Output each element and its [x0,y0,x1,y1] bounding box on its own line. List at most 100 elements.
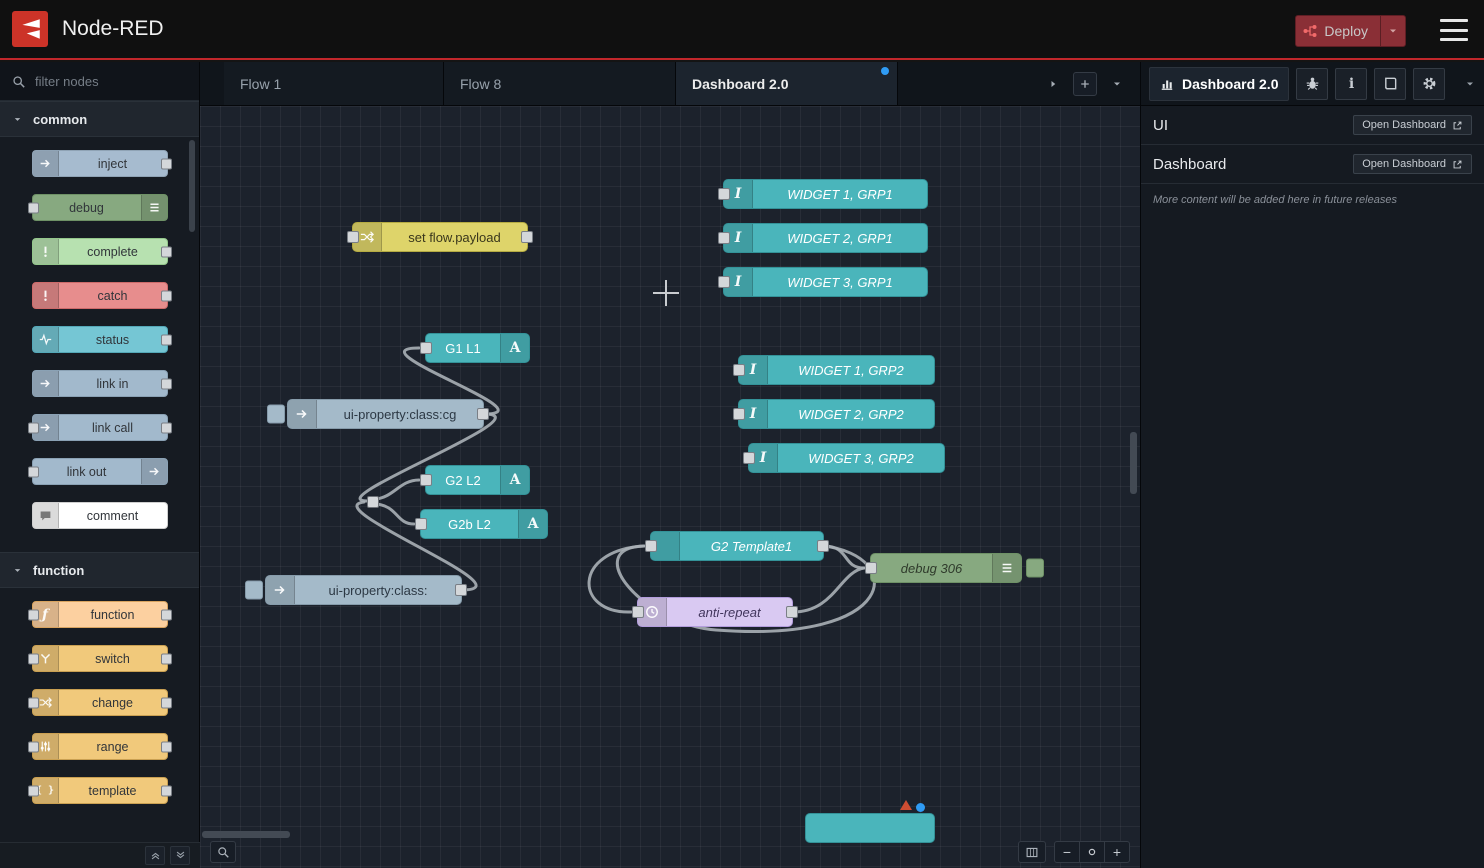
palette-node-comment[interactable]: comment [32,502,168,529]
input-port[interactable] [28,697,39,708]
palette-node-link-call[interactable]: link call [32,414,168,441]
flow-node-widget-1-grp1[interactable]: IWIDGET 1, GRP1 [723,179,928,209]
input-port[interactable] [632,606,644,618]
expand-categories-button[interactable] [170,846,190,865]
flow-node-widget-2-grp1[interactable]: IWIDGET 2, GRP1 [723,223,928,253]
zoom-reset-button[interactable] [1079,842,1104,862]
palette-node-link-in[interactable]: link in [32,370,168,397]
debug-toggle-button[interactable] [1026,559,1044,578]
flow-node-partial-widget[interactable] [805,813,935,843]
input-port[interactable] [718,188,730,200]
output-port[interactable] [161,741,172,752]
flow-node-ui-property-cg[interactable]: ui-property:class:cg [287,399,484,429]
flow-node-set-flow-payload[interactable]: set flow.payload [352,222,528,252]
input-port[interactable] [718,232,730,244]
zoom-out-button[interactable]: − [1055,842,1079,862]
output-port[interactable] [161,290,172,301]
input-port[interactable] [718,276,730,288]
tab-flow-1[interactable]: Flow 1 [224,62,444,105]
add-flow-button[interactable] [1073,72,1097,96]
wire[interactable] [824,546,864,568]
flow-node-widget-3-grp2[interactable]: IWIDGET 3, GRP2 [748,443,945,473]
sidebar-tab-info[interactable]: i [1335,68,1367,100]
palette-node-inject[interactable]: inject [32,150,168,177]
sidebar-tab-config[interactable] [1413,68,1445,100]
flow-canvas[interactable]: set flow.payload IWIDGET 1, GRP1 IWIDGET 2… [200,106,1140,868]
output-port[interactable] [161,697,172,708]
open-dashboard-button[interactable]: Open Dashboard [1353,154,1472,174]
filter-nodes-input[interactable] [33,73,177,90]
deploy-button[interactable]: Deploy [1295,15,1406,47]
input-port[interactable] [645,540,657,552]
wire[interactable] [793,568,864,612]
wire[interactable] [376,480,419,499]
flow-node-widget-3-grp1[interactable]: IWIDGET 3, GRP1 [723,267,928,297]
flow-node-debug-306[interactable]: debug 306 [870,553,1022,583]
canvas-search-button[interactable] [210,841,236,863]
input-port[interactable] [28,422,39,433]
open-dashboard-ui-button[interactable]: Open Dashboard [1353,115,1472,135]
output-port[interactable] [786,606,798,618]
input-port[interactable] [28,653,39,664]
input-port[interactable] [415,518,427,530]
palette-category-function[interactable]: function [0,552,199,588]
node-action-button[interactable] [267,405,285,424]
node-action-button[interactable] [245,581,263,600]
flow-node-widget-2-grp2[interactable]: IWIDGET 2, GRP2 [738,399,935,429]
output-port[interactable] [477,408,489,420]
palette-node-status[interactable]: status [32,326,168,353]
input-port[interactable] [28,609,39,620]
input-port[interactable] [28,466,39,477]
input-port[interactable] [28,785,39,796]
palette-node-change[interactable]: change [32,689,168,716]
sidebar-tab-help[interactable] [1374,68,1406,100]
flow-menu-button[interactable] [1106,73,1128,95]
flow-node-ui-property-2[interactable]: ui-property:class: [265,575,462,605]
palette-node-complete[interactable]: complete [32,238,168,265]
palette-node-template[interactable]: { }template [32,777,168,804]
output-port[interactable] [161,158,172,169]
wire[interactable] [376,504,414,524]
wire[interactable] [589,546,644,612]
input-port[interactable] [28,741,39,752]
output-port[interactable] [455,584,467,596]
flow-node-g2-template1[interactable]: G2 Template1 [650,531,824,561]
wire-junction[interactable] [367,496,379,508]
output-port[interactable] [161,609,172,620]
palette-node-catch[interactable]: catch [32,282,168,309]
sidebar-tab-dashboard[interactable]: Dashboard 2.0 [1149,67,1289,101]
input-port[interactable] [420,474,432,486]
output-port[interactable] [817,540,829,552]
deploy-options-button[interactable] [1380,16,1405,46]
flow-node-g2b-l2[interactable]: G2b L2A [420,509,548,539]
output-port[interactable] [161,334,172,345]
input-port[interactable] [420,342,432,354]
palette-node-switch[interactable]: switch [32,645,168,672]
flow-node-g2-l2[interactable]: G2 L2A [425,465,530,495]
navigator-button[interactable] [1018,841,1046,863]
sidebar-tab-debug[interactable] [1296,68,1328,100]
input-port[interactable] [733,364,745,376]
canvas-horizontal-scrollbar[interactable] [202,831,290,838]
main-menu-button[interactable] [1440,18,1468,42]
tab-flow-8[interactable]: Flow 8 [444,62,676,105]
palette-node-debug[interactable]: debug [32,194,168,221]
output-port[interactable] [161,785,172,796]
canvas-vertical-scrollbar[interactable] [1130,432,1137,494]
palette-scrollbar[interactable] [189,140,195,232]
flow-node-anti-repeat[interactable]: anti-repeat [637,597,793,627]
input-port[interactable] [28,202,39,213]
input-port[interactable] [347,231,359,243]
output-port[interactable] [161,246,172,257]
output-port[interactable] [161,653,172,664]
output-port[interactable] [161,378,172,389]
tab-dashboard-2-0[interactable]: Dashboard 2.0 [676,62,898,105]
input-port[interactable] [733,408,745,420]
zoom-in-button[interactable]: + [1104,842,1129,862]
output-port[interactable] [161,422,172,433]
flow-node-g1-l1[interactable]: G1 L1A [425,333,530,363]
palette-node-range[interactable]: range [32,733,168,760]
output-port[interactable] [521,231,533,243]
sidebar-menu-button[interactable] [1464,78,1476,90]
collapse-categories-button[interactable] [145,846,165,865]
